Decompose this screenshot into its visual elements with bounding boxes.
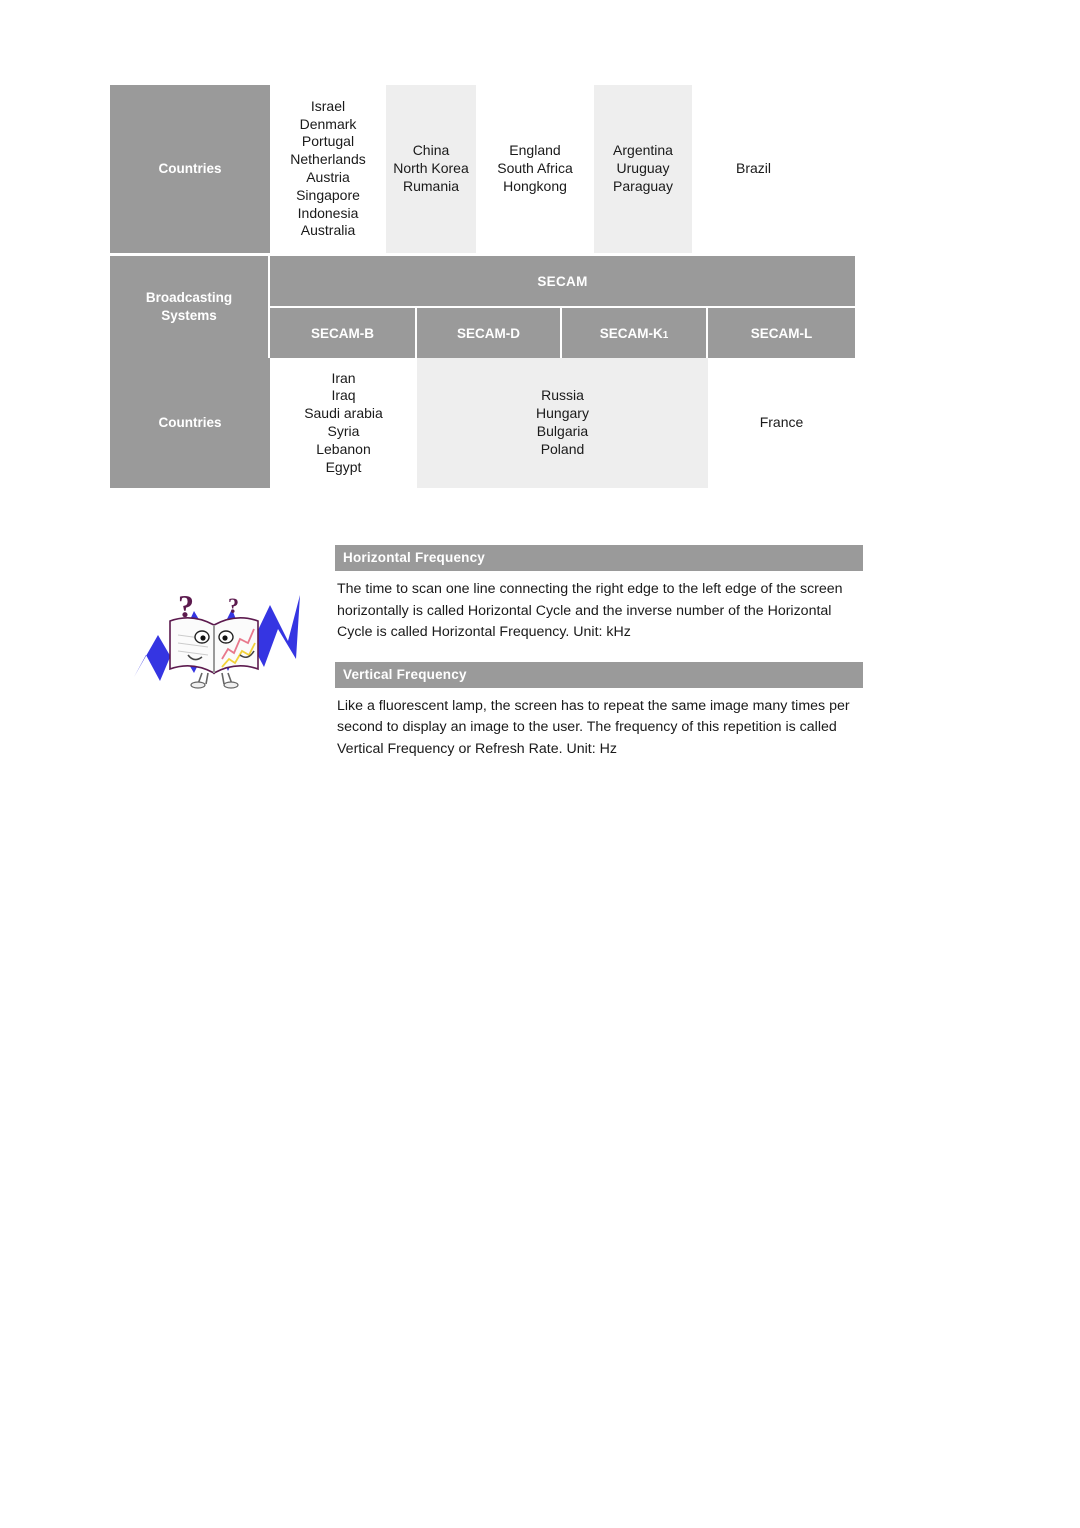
broadcasting-systems-table: Countries Israel Denmark Portugal Netherlan… (110, 85, 855, 488)
row-label-countries-bottom: Countries (110, 358, 270, 488)
secam-subsystem-label: SECAM-D (457, 325, 520, 341)
table-row-countries-top: Countries Israel Denmark Portugal Netherlan… (110, 85, 855, 253)
panel-body-vertical-frequency: Like a fluorescent lamp, the screen has … (337, 697, 850, 757)
secam-subsystem-b: SECAM-B (270, 308, 417, 358)
secam-subsystem-label: SECAM-B (311, 325, 374, 341)
secam-subsystem-label: SECAM-K (599, 325, 663, 341)
secam-subsystem-k1: SECAM-K 1 (562, 308, 708, 358)
country-cell: China North Korea Rumania (386, 85, 476, 253)
panel-vertical-frequency: Vertical Frequency Like a fluorescent la… (335, 661, 863, 771)
panel-title-horizontal-frequency: Horizontal Frequency (335, 545, 863, 571)
pupil-left (200, 635, 206, 641)
book-left-page (169, 617, 215, 675)
secam-group: SECAM SECAM-B SECAM-D SECAM-K 1 SECAM-L (270, 256, 855, 358)
countries-top-cells: Israel Denmark Portugal Netherlands Austria S… (270, 85, 855, 253)
country-cell: England South Africa Hongkong (476, 85, 594, 253)
countries-bottom-cells: Iran Iraq Saudi arabia Syria Lebanon Egypt Ru… (270, 358, 855, 488)
panel-body-horizontal-frequency: The time to scan one line connecting the… (337, 581, 843, 641)
frequency-info-panels: Horizontal Frequency The time to scan on… (335, 545, 863, 770)
secam-subsystem-row: SECAM-B SECAM-D SECAM-K 1 SECAM-L (270, 308, 855, 358)
pupil-right (222, 635, 228, 641)
foot-right (223, 681, 239, 689)
secam-subsystem-label: SECAM-L (750, 325, 813, 341)
country-cell: France (708, 358, 855, 488)
table-row-broadcasting-systems: Broadcasting Systems SECAM SECAM-B SECAM-… (110, 256, 855, 358)
open-book-question-mark-icon: ? ? (128, 585, 308, 690)
country-cell: Argentina Uruguay Paraguay (594, 85, 692, 253)
row-label-countries-top: Countries (110, 85, 270, 253)
row-label-broadcasting-systems: Broadcasting Systems (110, 256, 270, 358)
panel-spacer (335, 654, 863, 662)
country-cell: Russia Hungary Bulgaria Poland (417, 358, 708, 488)
book-right-page (213, 617, 259, 675)
panel-horizontal-frequency: Horizontal Frequency The time to scan on… (335, 545, 863, 654)
country-cell: Israel Denmark Portugal Netherlands Austria S… (270, 85, 386, 253)
question-mark-small: ? (228, 593, 239, 618)
country-cell: Brazil (692, 85, 815, 253)
secam-group-title: SECAM (270, 256, 855, 308)
country-cell: Iran Iraq Saudi arabia Syria Lebanon Egypt (270, 358, 417, 488)
panel-title-vertical-frequency: Vertical Frequency (335, 661, 863, 688)
foot-left (190, 681, 206, 689)
secam-subsystem-d: SECAM-D (417, 308, 562, 358)
secam-subsystem-l: SECAM-L (708, 308, 855, 358)
secam-subsystem-subscript: 1 (662, 329, 669, 341)
question-mark-large: ? (178, 588, 194, 624)
table-row-countries-bottom: Countries Iran Iraq Saudi arabia Syria Leban… (110, 358, 855, 488)
